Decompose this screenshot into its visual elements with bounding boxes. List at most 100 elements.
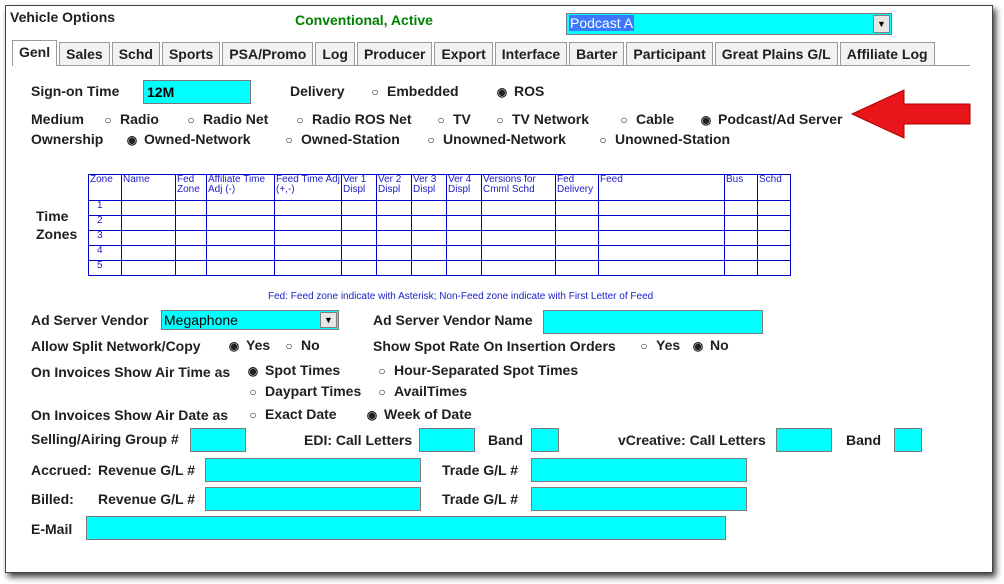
table-cell[interactable] bbox=[175, 260, 207, 276]
table-cell[interactable] bbox=[376, 215, 412, 231]
delivery-ros-radio[interactable]: ◉ ROS bbox=[496, 83, 545, 100]
spot-rate-yes-radio[interactable]: ○ Yes bbox=[638, 337, 680, 354]
tab-sports[interactable]: Sports bbox=[161, 42, 221, 65]
table-cell[interactable] bbox=[341, 230, 377, 246]
vehicle-select[interactable]: Podcast A ▼ bbox=[566, 13, 892, 35]
table-cell[interactable] bbox=[757, 260, 791, 276]
table-cell[interactable] bbox=[481, 260, 556, 276]
table-cell[interactable] bbox=[598, 260, 725, 276]
air-time-spot-times-radio[interactable]: ◉ Spot Times bbox=[247, 362, 340, 379]
table-cell[interactable] bbox=[175, 200, 207, 216]
air-time-hour-separated-radio[interactable]: ○ Hour-Separated Spot Times bbox=[376, 362, 578, 379]
table-cell[interactable] bbox=[274, 230, 342, 246]
tab-affiliate-log[interactable]: Affiliate Log bbox=[839, 42, 935, 65]
table-cell[interactable] bbox=[481, 245, 556, 261]
table-cell[interactable] bbox=[206, 230, 275, 246]
table-cell[interactable] bbox=[121, 260, 176, 276]
table-cell[interactable] bbox=[376, 260, 412, 276]
table-cell[interactable] bbox=[175, 215, 207, 231]
tab-interface[interactable]: Interface bbox=[494, 42, 568, 65]
table-cell[interactable] bbox=[724, 245, 758, 261]
table-cell[interactable] bbox=[274, 245, 342, 261]
medium-tv-radio[interactable]: ○ TV bbox=[435, 111, 471, 128]
table-cell[interactable] bbox=[598, 245, 725, 261]
table-cell[interactable] bbox=[598, 230, 725, 246]
table-cell[interactable] bbox=[376, 200, 412, 216]
table-cell[interactable] bbox=[411, 215, 447, 231]
table-cell[interactable] bbox=[724, 200, 758, 216]
table-cell[interactable] bbox=[481, 200, 556, 216]
table-cell[interactable] bbox=[757, 200, 791, 216]
table-cell[interactable] bbox=[274, 215, 342, 231]
chevron-down-icon[interactable]: ▼ bbox=[873, 15, 890, 33]
ownership-owned-network-radio[interactable]: ◉ Owned-Network bbox=[126, 131, 251, 148]
accrued-trade-gl-input[interactable] bbox=[531, 458, 747, 482]
table-cell[interactable] bbox=[598, 200, 725, 216]
table-cell[interactable] bbox=[757, 215, 791, 231]
table-cell[interactable] bbox=[481, 230, 556, 246]
air-date-week-radio[interactable]: ◉ Week of Date bbox=[366, 406, 472, 423]
table-cell[interactable] bbox=[341, 260, 377, 276]
table-cell[interactable] bbox=[446, 200, 482, 216]
table-cell[interactable] bbox=[555, 200, 599, 216]
table-cell[interactable] bbox=[121, 200, 176, 216]
table-cell[interactable] bbox=[446, 245, 482, 261]
table-cell[interactable] bbox=[206, 200, 275, 216]
ownership-unowned-station-radio[interactable]: ○ Unowned-Station bbox=[597, 131, 730, 148]
table-cell[interactable] bbox=[376, 230, 412, 246]
table-cell[interactable] bbox=[411, 245, 447, 261]
edi-call-letters-input[interactable] bbox=[419, 428, 475, 452]
table-cell[interactable] bbox=[274, 260, 342, 276]
medium-podcast-radio[interactable]: ◉ Podcast/Ad Server bbox=[700, 111, 843, 128]
air-time-availtimes-radio[interactable]: ○ AvailTimes bbox=[376, 383, 467, 400]
spot-rate-no-radio[interactable]: ◉ No bbox=[692, 337, 729, 354]
tab-psa-promo[interactable]: PSA/Promo bbox=[222, 42, 314, 65]
table-cell[interactable] bbox=[446, 215, 482, 231]
edi-band-input[interactable] bbox=[531, 428, 559, 452]
table-cell[interactable] bbox=[376, 245, 412, 261]
tab-schd[interactable]: Schd bbox=[111, 42, 160, 65]
table-cell[interactable] bbox=[411, 200, 447, 216]
medium-tv-network-radio[interactable]: ○ TV Network bbox=[494, 111, 589, 128]
table-cell[interactable] bbox=[206, 260, 275, 276]
tab-producer[interactable]: Producer bbox=[356, 42, 433, 65]
table-cell[interactable] bbox=[341, 215, 377, 231]
table-cell[interactable] bbox=[555, 260, 599, 276]
medium-radio-ros-net-radio[interactable]: ○ Radio ROS Net bbox=[294, 111, 411, 128]
table-cell[interactable] bbox=[481, 215, 556, 231]
vcreative-band-input[interactable] bbox=[894, 428, 922, 452]
tab-genl[interactable]: Genl bbox=[12, 40, 58, 66]
tab-export[interactable]: Export bbox=[434, 42, 493, 65]
table-cell[interactable] bbox=[341, 200, 377, 216]
tab-great-plains-gl[interactable]: Great Plains G/L bbox=[714, 42, 838, 65]
medium-radio-radio[interactable]: ○ Radio bbox=[102, 111, 159, 128]
billed-trade-gl-input[interactable] bbox=[531, 487, 747, 511]
air-time-daypart-radio[interactable]: ○ Daypart Times bbox=[247, 383, 361, 400]
table-cell[interactable] bbox=[121, 230, 176, 246]
table-cell[interactable] bbox=[206, 245, 275, 261]
table-cell[interactable] bbox=[555, 215, 599, 231]
table-cell[interactable] bbox=[274, 200, 342, 216]
delivery-embedded-radio[interactable]: ○ Embedded bbox=[369, 83, 458, 100]
table-cell[interactable] bbox=[555, 230, 599, 246]
split-yes-radio[interactable]: ◉ Yes bbox=[228, 337, 270, 354]
table-cell[interactable] bbox=[724, 215, 758, 231]
split-no-radio[interactable]: ○ No bbox=[283, 337, 319, 354]
table-cell[interactable] bbox=[175, 245, 207, 261]
table-cell[interactable] bbox=[446, 260, 482, 276]
medium-cable-radio[interactable]: ○ Cable bbox=[618, 111, 674, 128]
tab-barter[interactable]: Barter bbox=[569, 42, 625, 65]
table-cell[interactable] bbox=[724, 230, 758, 246]
table-cell[interactable] bbox=[341, 245, 377, 261]
chevron-down-icon[interactable]: ▼ bbox=[320, 312, 337, 328]
table-cell[interactable] bbox=[175, 230, 207, 246]
vcreative-call-letters-input[interactable] bbox=[776, 428, 832, 452]
ownership-unowned-network-radio[interactable]: ○ Unowned-Network bbox=[425, 131, 566, 148]
table-cell[interactable] bbox=[555, 245, 599, 261]
ownership-owned-station-radio[interactable]: ○ Owned-Station bbox=[283, 131, 399, 148]
table-cell[interactable] bbox=[757, 230, 791, 246]
tab-participant[interactable]: Participant bbox=[626, 42, 713, 65]
tab-log[interactable]: Log bbox=[315, 42, 355, 65]
table-cell[interactable] bbox=[724, 260, 758, 276]
table-cell[interactable] bbox=[121, 215, 176, 231]
